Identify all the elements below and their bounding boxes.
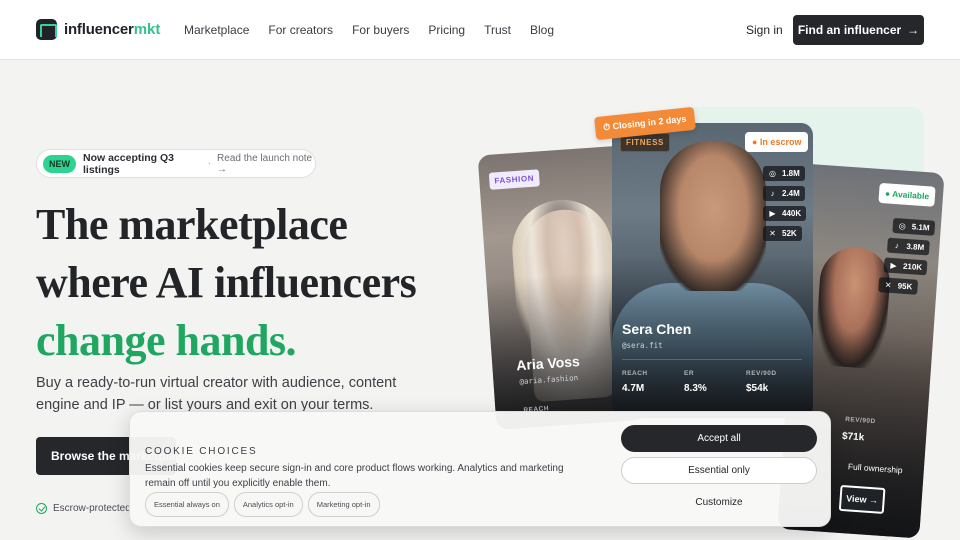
check-circle-icon — [36, 503, 47, 514]
announcement-text: Now accepting Q3 listings — [83, 151, 175, 176]
arrow-right-icon: → — [907, 23, 920, 37]
fashion-tag: FASHION — [488, 169, 540, 190]
x-icon: ✕ — [884, 280, 892, 290]
tiktok-icon: ♪ — [770, 189, 775, 198]
youtube-stat: ▶ 440K — [763, 206, 807, 221]
sera-er-value: 8.3% — [684, 383, 707, 394]
chip-essential: Essential always on — [145, 492, 229, 517]
view-button[interactable]: View → — [838, 484, 886, 514]
x-icon: ✕ — [769, 229, 776, 238]
logo[interactable]: influencer mkt — [36, 19, 160, 40]
x-stat: ✕ 52K — [763, 226, 802, 241]
nav-link-trust[interactable]: Trust — [484, 23, 511, 37]
cookie-chips: Essential always on Analytics opt-in Mar… — [145, 492, 380, 517]
escrow-note: Escrow-protected — [36, 503, 131, 514]
youtube-icon: ▶ — [769, 209, 776, 218]
accept-all-button[interactable]: Accept all — [621, 425, 817, 452]
chip-marketing[interactable]: Marketing opt-in — [307, 492, 380, 517]
instagram-count: 1.8M — [782, 169, 800, 178]
tiktok-count: 3.8M — [906, 241, 925, 253]
instagram-count: 5.1M — [911, 222, 930, 233]
instagram-stat: ◎ 1.8M — [763, 166, 805, 181]
nav-links: Marketplace For creators For buyers Pric… — [184, 23, 554, 37]
tiktok-stat: ♪ 2.4M — [763, 186, 805, 201]
essential-only-button[interactable]: Essential only — [621, 457, 817, 484]
instagram-stat: ◎ 5.1M — [892, 217, 936, 236]
sera-rev-value: $54k — [746, 383, 769, 394]
logo-mark-icon — [36, 19, 57, 40]
find-influencer-label: Find an influencer — [797, 23, 902, 37]
youtube-icon: ▶ — [890, 260, 897, 271]
nav-link-marketplace[interactable]: Marketplace — [184, 23, 249, 37]
new-badge: NEW — [43, 154, 76, 173]
hero-title-accent: change hands. — [36, 316, 297, 365]
separator-dot: · — [207, 158, 212, 169]
sera-rev-label: REV/90D — [746, 370, 777, 377]
nav-link-pricing[interactable]: Pricing — [428, 23, 465, 37]
cookie-title: COOKIE CHOICES — [145, 446, 258, 457]
launch-note-link[interactable]: Read the launch note → — [217, 153, 315, 175]
cookie-description: Essential cookies keep secure sign-in an… — [145, 463, 564, 489]
x-count: 52K — [782, 229, 797, 238]
hero-title-line2: where AI influencers — [36, 258, 417, 307]
sera-name: Sera Chen — [622, 321, 692, 337]
sera-handle: @sera.fit — [622, 341, 663, 350]
instagram-icon: ◎ — [769, 169, 776, 178]
in-escrow-badge: ● In escrow — [745, 132, 809, 152]
tiktok-stat: ♪ 3.8M — [886, 237, 930, 256]
escrow-text: Escrow-protected — [53, 503, 131, 514]
cookie-banner: COOKIE CHOICES Essential cookies keep se… — [129, 411, 831, 527]
hero-title-line1: The marketplace — [36, 200, 348, 249]
find-influencer-button[interactable]: Find an influencer → — [793, 15, 924, 45]
nav-link-for-buyers[interactable]: For buyers — [352, 23, 409, 37]
available-badge: ● Available — [878, 182, 936, 207]
announcement-pill[interactable]: NEW Now accepting Q3 listings · Read the… — [36, 149, 316, 178]
tiktok-count: 2.4M — [782, 189, 800, 198]
logo-accent: mkt — [133, 21, 161, 38]
top-nav: influencer mkt Marketplace For creators … — [0, 0, 960, 60]
nav-link-blog[interactable]: Blog — [530, 23, 554, 37]
youtube-stat: ▶ 210K — [883, 257, 928, 276]
instagram-icon: ◎ — [898, 221, 907, 231]
sera-er-label: ER — [684, 370, 695, 377]
influencer-card-sera[interactable]: FITNESS ● In escrow ◎ 1.8M ♪ 2.4M ▶ 440K ✕ 5… — [612, 123, 813, 418]
sera-reach-value: 4.7M — [622, 383, 645, 394]
youtube-count: 440K — [782, 209, 802, 218]
sera-reach-label: REACH — [622, 370, 648, 377]
x-count: 95K — [897, 281, 913, 292]
youtube-count: 210K — [902, 261, 923, 273]
nav-link-for-creators[interactable]: For creators — [268, 23, 333, 37]
hero-title: The marketplace where AI influencers cha… — [36, 196, 417, 370]
logo-text: influencer — [64, 21, 134, 38]
customize-button[interactable]: Customize — [621, 489, 817, 516]
metrics-divider — [622, 359, 802, 360]
chip-analytics[interactable]: Analytics opt-in — [233, 492, 303, 517]
hero-subtitle: Buy a ready-to-run virtual creator with … — [36, 375, 397, 413]
x-stat: ✕ 95K — [878, 277, 918, 295]
rev-value: $71k — [841, 430, 865, 444]
tiktok-icon: ♪ — [894, 241, 900, 251]
sign-in-link[interactable]: Sign in — [746, 23, 783, 37]
